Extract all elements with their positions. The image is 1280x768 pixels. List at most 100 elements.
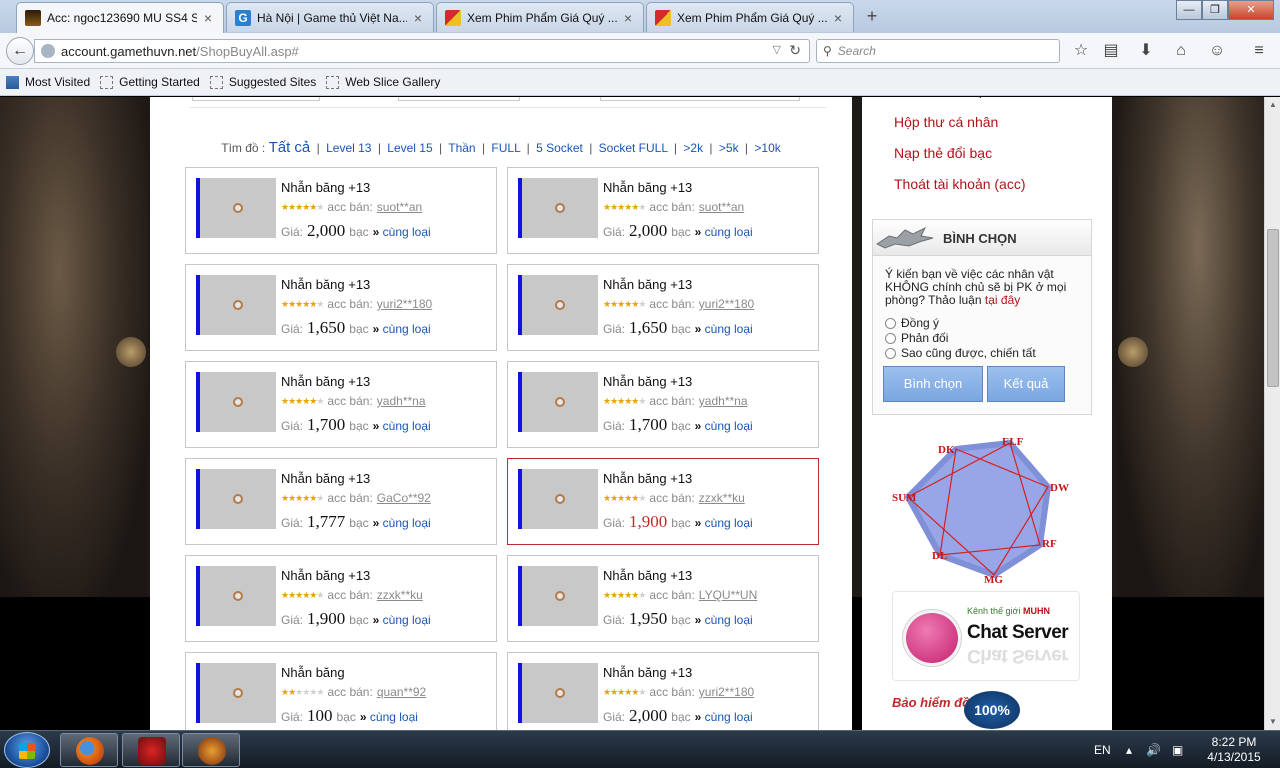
item-thumbnail[interactable] — [522, 178, 598, 238]
item-name[interactable]: Nhẫn băng +13 — [281, 471, 370, 486]
item-thumbnail[interactable] — [200, 663, 276, 723]
radio-button[interactable] — [885, 332, 896, 344]
item-name[interactable]: Nhẫn băng +13 — [281, 180, 370, 195]
item-name[interactable]: Nhẫn băng +13 — [281, 568, 370, 583]
shop-item-card[interactable]: Nhẫn băng ★★★★★★ acc bán: quan**92 Giá: 100 bạ… — [185, 652, 497, 730]
same-type-link[interactable]: » cùng loại — [373, 613, 431, 627]
url-bar[interactable]: account.gamethuvn.net /ShopBuyAll.asp# ▽… — [34, 39, 810, 63]
bookmarks-list-icon[interactable]: ▤ — [1101, 42, 1121, 62]
same-type-link[interactable]: » cùng loại — [695, 613, 753, 627]
language-indicator[interactable]: EN — [1094, 731, 1111, 768]
vote-submit-button[interactable]: Bình chọn — [883, 366, 983, 402]
vote-result-button[interactable]: Kết quả — [987, 366, 1065, 402]
item-thumbnail[interactable] — [200, 275, 276, 335]
shop-item-card[interactable]: Nhẫn băng +13 ★★★★★★ acc bán: suot**an Giá: 2… — [185, 167, 497, 254]
filter-over-10k[interactable]: >10k — [754, 141, 780, 155]
shop-item-card[interactable]: Nhẫn băng +13 ★★★★★★ acc bán: yuri2**180 Giá… — [507, 264, 819, 351]
shop-item-card[interactable]: Nhẫn băng +13 ★★★★★★ acc bán: zzxk**ku Giá: 1… — [185, 555, 497, 642]
bookmark-web-slice-gallery[interactable]: Web Slice Gallery — [326, 75, 440, 89]
reload-icon[interactable]: ↻ — [789, 42, 801, 59]
filter-level-15[interactable]: Level 15 — [387, 141, 432, 155]
seller-name[interactable]: yadh**na — [699, 394, 748, 408]
close-icon[interactable]: × — [411, 10, 425, 26]
same-type-link[interactable]: » cùng loại — [373, 516, 431, 530]
item-name[interactable]: Nhẫn băng +13 — [603, 471, 692, 486]
seller-name[interactable]: zzxk**ku — [699, 491, 745, 505]
filter-full[interactable]: FULL — [491, 141, 520, 155]
item-name[interactable]: Nhẫn băng +13 — [281, 374, 370, 389]
item-name[interactable]: Nhẫn băng +13 — [603, 374, 692, 389]
window-close-icon[interactable]: ✕ — [1228, 0, 1274, 20]
seller-name[interactable]: GaCo**92 — [377, 491, 431, 505]
shop-item-card[interactable]: Nhẫn băng +13 ★★★★★★ acc bán: LYQU**UN Giá: 1… — [507, 555, 819, 642]
item-thumbnail[interactable] — [522, 566, 598, 626]
vote-option-disagree[interactable]: Phản đối — [885, 331, 948, 345]
taskbar-game-launcher[interactable] — [122, 733, 180, 767]
tab-phim-1[interactable]: Xem Phim Phẩm Giá Quý ... × — [436, 2, 644, 32]
tab-phim-2[interactable]: Xem Phim Phẩm Giá Quý ... × — [646, 2, 854, 32]
shop-item-card[interactable]: Nhẫn băng +13 ★★★★★★ acc bán: zzxk**ku Giá: 1… — [507, 458, 819, 545]
search-input[interactable]: ⚲ Search — [816, 39, 1060, 63]
item-thumbnail[interactable] — [200, 372, 276, 432]
back-arrow-icon[interactable]: ← — [6, 37, 34, 65]
item-thumbnail[interactable] — [522, 469, 598, 529]
same-type-link[interactable]: » cùng loại — [360, 710, 418, 724]
seller-name[interactable]: suot**an — [377, 200, 422, 214]
item-name[interactable]: Nhẫn băng — [281, 665, 345, 680]
item-thumbnail[interactable] — [200, 469, 276, 529]
taskbar-mu-client[interactable] — [182, 733, 240, 767]
download-icon[interactable]: ⬇ — [1136, 42, 1156, 62]
minimize-icon[interactable]: — — [1176, 0, 1202, 20]
filter-over-5k[interactable]: >5k — [719, 141, 739, 155]
seller-name[interactable]: LYQU**UN — [699, 588, 757, 602]
bookmark-getting-started[interactable]: Getting Started — [100, 75, 200, 89]
discussion-link[interactable]: tại đây — [985, 293, 1020, 307]
vote-option-agree[interactable]: Đồng ý — [885, 316, 939, 330]
item-name[interactable]: Nhẫn băng +13 — [603, 277, 692, 292]
radio-button[interactable] — [885, 317, 896, 329]
filter-level-13[interactable]: Level 13 — [326, 141, 371, 155]
bookmark-star-icon[interactable]: ☆ — [1071, 42, 1091, 62]
insurance-banner[interactable]: Bảo hiểm đồ 100% — [892, 689, 1032, 729]
sidebar-item-logout[interactable]: Thoát tài khoản (acc) — [894, 176, 1026, 207]
restore-icon[interactable]: ❐ — [1202, 0, 1228, 20]
same-type-link[interactable]: » cùng loại — [695, 710, 753, 724]
same-type-link[interactable]: » cùng loại — [695, 516, 753, 530]
filter-all[interactable]: Tất cả — [269, 139, 311, 156]
chat-bubble-icon[interactable]: ☺ — [1207, 42, 1227, 62]
item-thumbnail[interactable] — [522, 275, 598, 335]
shop-item-card[interactable]: Nhẫn băng +13 ★★★★★★ acc bán: GaCo**92 Giá: 1… — [185, 458, 497, 545]
close-icon[interactable]: × — [201, 10, 215, 26]
same-type-link[interactable]: » cùng loại — [695, 419, 753, 433]
item-thumbnail[interactable] — [522, 372, 598, 432]
taskbar-firefox[interactable] — [60, 733, 118, 767]
item-thumbnail[interactable] — [522, 663, 598, 723]
vote-option-whatever[interactable]: Sao cũng được, chiến tất — [885, 346, 1036, 360]
filter-than[interactable]: Thần — [448, 141, 475, 155]
shop-item-card[interactable]: Nhẫn băng +13 ★★★★★★ acc bán: yadh**na Giá: 1… — [507, 361, 819, 448]
seller-name[interactable]: zzxk**ku — [377, 588, 423, 602]
sidebar-item-inbox[interactable]: Hộp thư cá nhân — [894, 114, 1026, 145]
item-name[interactable]: Nhẫn băng +13 — [603, 665, 692, 680]
filter-socket-full[interactable]: Socket FULL — [599, 141, 668, 155]
tab-acc[interactable]: Acc: ngoc123690 MU SS4 S... × — [16, 2, 224, 33]
tab-hanoi[interactable]: G Hà Nội | Game thủ Việt Na... × — [226, 2, 434, 32]
new-tab-icon[interactable]: + — [862, 6, 882, 27]
seller-name[interactable]: quan**92 — [377, 685, 426, 699]
seller-name[interactable]: yuri2**180 — [699, 685, 754, 699]
system-clock[interactable]: 8:22 PM 4/13/2015 — [1196, 735, 1272, 765]
scroll-down-arrow-icon[interactable]: ▼ — [1265, 714, 1280, 730]
chat-server-banner[interactable]: Kênh thế giới MUHN Chat Server Chat Serv… — [892, 591, 1080, 681]
sidebar-item-reset[interactable]: Reset nhân vật — [894, 97, 1026, 114]
close-icon[interactable]: × — [831, 10, 845, 26]
scroll-up-arrow-icon[interactable]: ▲ — [1265, 97, 1280, 113]
same-type-link[interactable]: » cùng loại — [373, 419, 431, 433]
shop-item-card[interactable]: Nhẫn băng +13 ★★★★★★ acc bán: yuri2**180 Giá… — [185, 264, 497, 351]
volume-icon[interactable]: 🔊 — [1146, 731, 1161, 768]
filter-over-2k[interactable]: >2k — [683, 141, 703, 155]
seller-name[interactable]: yuri2**180 — [699, 297, 754, 311]
same-type-link[interactable]: » cùng loại — [373, 322, 431, 336]
start-button[interactable] — [4, 732, 50, 768]
item-name[interactable]: Nhẫn băng +13 — [603, 180, 692, 195]
shop-item-card[interactable]: Nhẫn băng +13 ★★★★★★ acc bán: yuri2**180 Giá… — [507, 652, 819, 730]
